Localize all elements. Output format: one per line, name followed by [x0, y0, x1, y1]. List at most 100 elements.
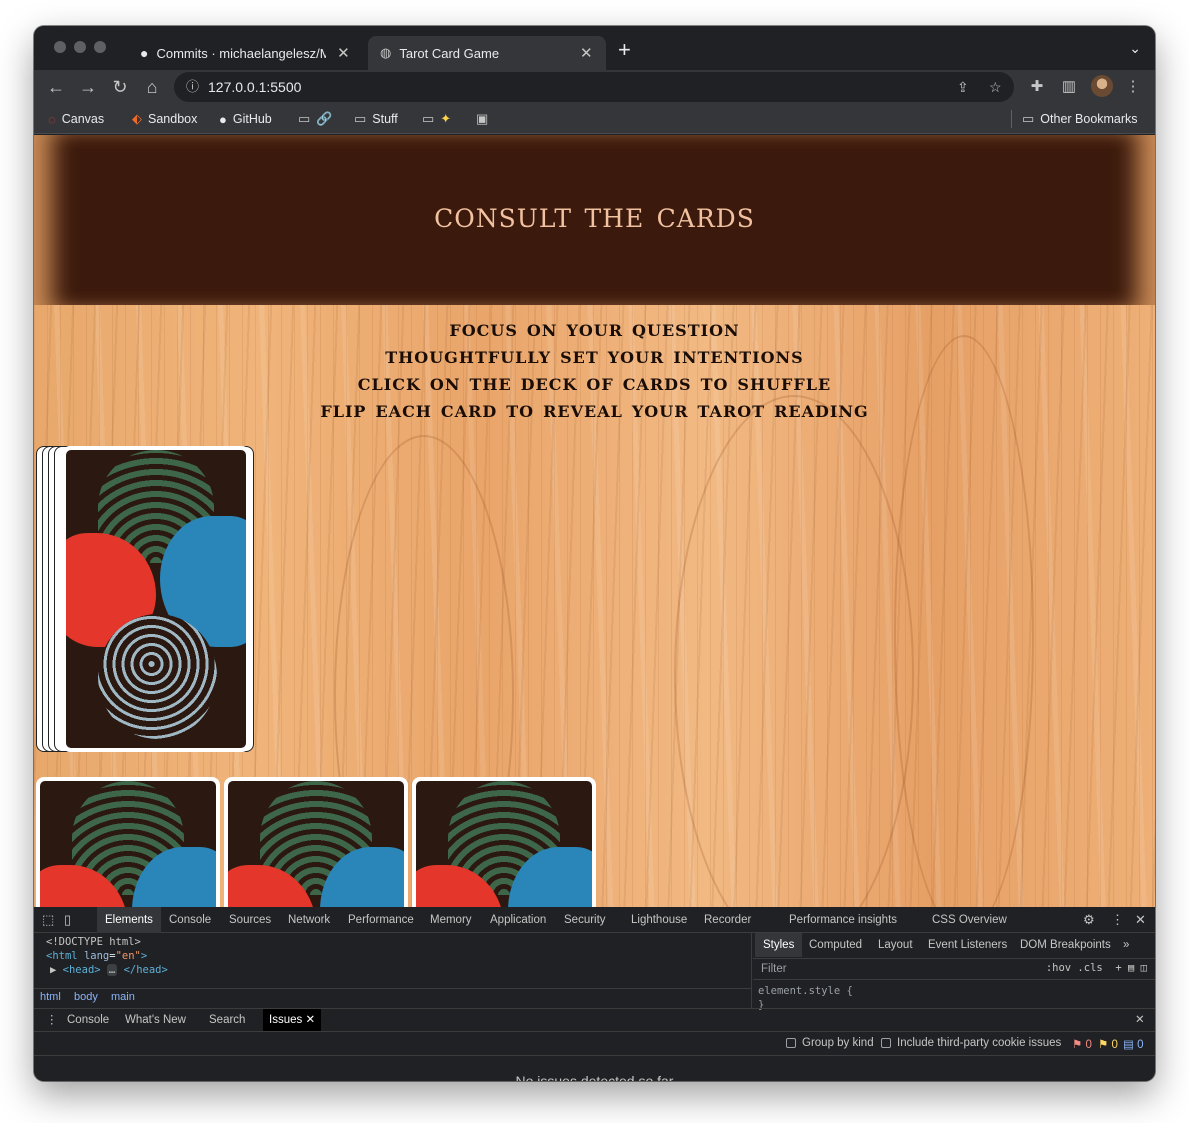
more-vert-icon[interactable]: ⋮	[1111, 907, 1124, 933]
tab-security[interactable]: Security	[564, 907, 606, 933]
tab-lighthouse[interactable]: Lighthouse	[631, 907, 687, 933]
bookmarks-bar: ◌ Canvas ⬖ Sandbox ● GitHub ▭ 🔗 ▭ Stuff …	[34, 104, 1155, 134]
styles-filter[interactable]: Filter :hov .cls + ▤ ◫	[753, 958, 1155, 980]
bookmark-folder-stuff[interactable]: ▭ Stuff	[354, 104, 398, 134]
drawer-tabs: ⋮ Console What's New Search Issues ✕ ✕	[34, 1008, 1155, 1032]
tab-tarot[interactable]: ◍ Tarot Card Game ✕	[368, 36, 606, 70]
tab-commits[interactable]: ● Commits · michaelangelesz/Mi ✕	[128, 36, 366, 70]
page-header: consult the cards	[34, 135, 1155, 305]
close-devtools-icon[interactable]: ✕	[1135, 907, 1146, 933]
instruction-line: click on the deck of cards to shuffle	[357, 369, 832, 396]
tab-memory[interactable]: Memory	[430, 907, 472, 933]
tab-sources[interactable]: Sources	[229, 907, 271, 933]
warning-count[interactable]: ⚑ 0	[1098, 1037, 1118, 1051]
address-bar[interactable]: ⓘ 127.0.0.1:5500 ⇪ ☆	[174, 72, 1014, 102]
home-icon[interactable]: ⌂	[139, 74, 165, 100]
close-window-button[interactable]	[54, 41, 66, 53]
drawer-menu-icon[interactable]: ⋮	[46, 1009, 58, 1031]
crumb-main[interactable]: main	[111, 991, 135, 1003]
info-icon[interactable]: ⓘ	[186, 72, 199, 102]
folder-icon: ▭	[422, 111, 435, 126]
bookmark-separator	[1011, 110, 1012, 128]
card-back-art	[66, 450, 246, 748]
error-count[interactable]: ⚑ 0	[1072, 1037, 1092, 1051]
tab-elements[interactable]: Elements	[97, 907, 161, 933]
tarot-card-1[interactable]	[36, 777, 220, 907]
tab-performance[interactable]: Performance	[348, 907, 414, 933]
folder-icon: ▭	[1022, 111, 1035, 126]
tab-layout[interactable]: Layout	[878, 933, 913, 957]
share-icon[interactable]: ⇪	[957, 72, 969, 102]
tab-performance-insights[interactable]: Performance insights	[789, 907, 897, 933]
page-viewport: consult the cards focus on your question…	[34, 135, 1155, 907]
tab-strip: ● Commits · michaelangelesz/Mi ✕ ◍ Tarot…	[34, 26, 1155, 70]
bookmark-github[interactable]: ● GitHub	[219, 104, 272, 134]
zoom-window-button[interactable]	[94, 41, 106, 53]
group-by-kind-label: Group by kind	[802, 1037, 874, 1049]
new-tab-button[interactable]: +	[618, 38, 631, 62]
sparkles-icon: ✦	[440, 111, 452, 126]
avatar[interactable]	[1091, 75, 1113, 97]
group-by-kind-checkbox[interactable]	[786, 1038, 796, 1048]
code-line[interactable]: <html lang="en">	[46, 950, 147, 962]
inspect-icon[interactable]: ⬚	[42, 907, 54, 933]
bookmark-canvas[interactable]: ◌ Canvas	[48, 104, 104, 134]
tab-recorder[interactable]: Recorder	[704, 907, 751, 933]
filter-tools[interactable]: :hov .cls + ▤ ◫	[1046, 962, 1147, 974]
globe-icon: ◍	[380, 45, 392, 60]
other-bookmarks[interactable]: ▭ Other Bookmarks	[1022, 104, 1138, 134]
more-menu-icon[interactable]: ⋮	[1121, 74, 1145, 100]
extensions-icon[interactable]: ✚	[1025, 74, 1049, 100]
crumb-html[interactable]: html	[40, 991, 61, 1003]
tab-console[interactable]: Console	[169, 907, 211, 933]
star-icon[interactable]: ☆	[989, 72, 1002, 102]
issues-toolbar: Group by kind Include third-party cookie…	[34, 1032, 1155, 1056]
settings-gear-icon[interactable]: ⚙	[1083, 907, 1095, 933]
drawer-tab-whats-new[interactable]: What's New	[125, 1009, 186, 1031]
forward-arrow-icon[interactable]: →	[75, 74, 101, 100]
tarot-card-2[interactable]	[224, 777, 408, 907]
filter-placeholder: Filter	[761, 963, 787, 975]
card-back-art	[40, 781, 216, 907]
back-arrow-icon[interactable]: ←	[43, 74, 69, 100]
close-icon[interactable]: ✕	[334, 44, 352, 62]
side-panel-icon[interactable]: ▥	[1057, 74, 1081, 100]
bookmark-sandbox[interactable]: ⬖ Sandbox	[132, 104, 197, 134]
tab-css-overview[interactable]: CSS Overview	[932, 907, 1007, 933]
more-tabs-icon[interactable]: »	[1123, 933, 1129, 957]
tab-network[interactable]: Network	[288, 907, 330, 933]
info-count[interactable]: ▤ 0	[1123, 1037, 1143, 1051]
instruction-line: thoughtfully set your intentions	[385, 342, 804, 369]
link-icon: 🔗	[316, 111, 333, 126]
tab-styles[interactable]: Styles	[755, 933, 803, 957]
third-party-checkbox[interactable]	[881, 1038, 891, 1048]
instructions: focus on your question thoughtfully set …	[34, 315, 1155, 423]
instruction-line: flip each card to reveal your tarot read…	[320, 396, 869, 423]
tab-event-listeners[interactable]: Event Listeners	[928, 933, 1007, 957]
tarot-deck[interactable]	[62, 446, 250, 752]
code-line[interactable]: <!DOCTYPE html>	[46, 936, 141, 948]
reload-icon[interactable]: ↻	[107, 74, 133, 100]
bookmark-folder-sparkles[interactable]: ▭ ✦	[422, 104, 457, 134]
crumb-body[interactable]: body	[74, 991, 98, 1003]
bookmark-folder-links[interactable]: ▭ 🔗	[298, 104, 338, 134]
browser-window: ● Commits · michaelangelesz/Mi ✕ ◍ Tarot…	[34, 26, 1155, 1081]
github-icon: ●	[219, 111, 227, 127]
device-toolbar-icon[interactable]: ▯	[64, 907, 71, 933]
bookmark-image[interactable]: ▣	[476, 104, 494, 134]
folder-icon: ▭	[354, 111, 367, 126]
minimize-window-button[interactable]	[74, 41, 86, 53]
code-line[interactable]: ▶ <head> … </head>	[50, 964, 168, 976]
close-icon[interactable]: ✕	[577, 44, 595, 62]
drawer-tab-console[interactable]: Console	[67, 1009, 109, 1031]
drawer-tab-search[interactable]: Search	[209, 1009, 245, 1031]
url-text: 127.0.0.1:5500	[208, 79, 302, 95]
tab-computed[interactable]: Computed	[809, 933, 862, 957]
tab-application[interactable]: Application	[490, 907, 546, 933]
toolbar: ← → ↻ ⌂ ⓘ 127.0.0.1:5500 ⇪ ☆ ✚ ▥ ⋮	[34, 70, 1155, 104]
close-drawer-icon[interactable]: ✕	[1135, 1009, 1145, 1031]
drawer-tab-issues[interactable]: Issues ✕	[263, 1009, 322, 1031]
chevron-down-icon[interactable]: ⌄	[1129, 40, 1141, 57]
tarot-card-3[interactable]	[412, 777, 596, 907]
tab-dom-breakpoints[interactable]: DOM Breakpoints	[1020, 933, 1111, 957]
